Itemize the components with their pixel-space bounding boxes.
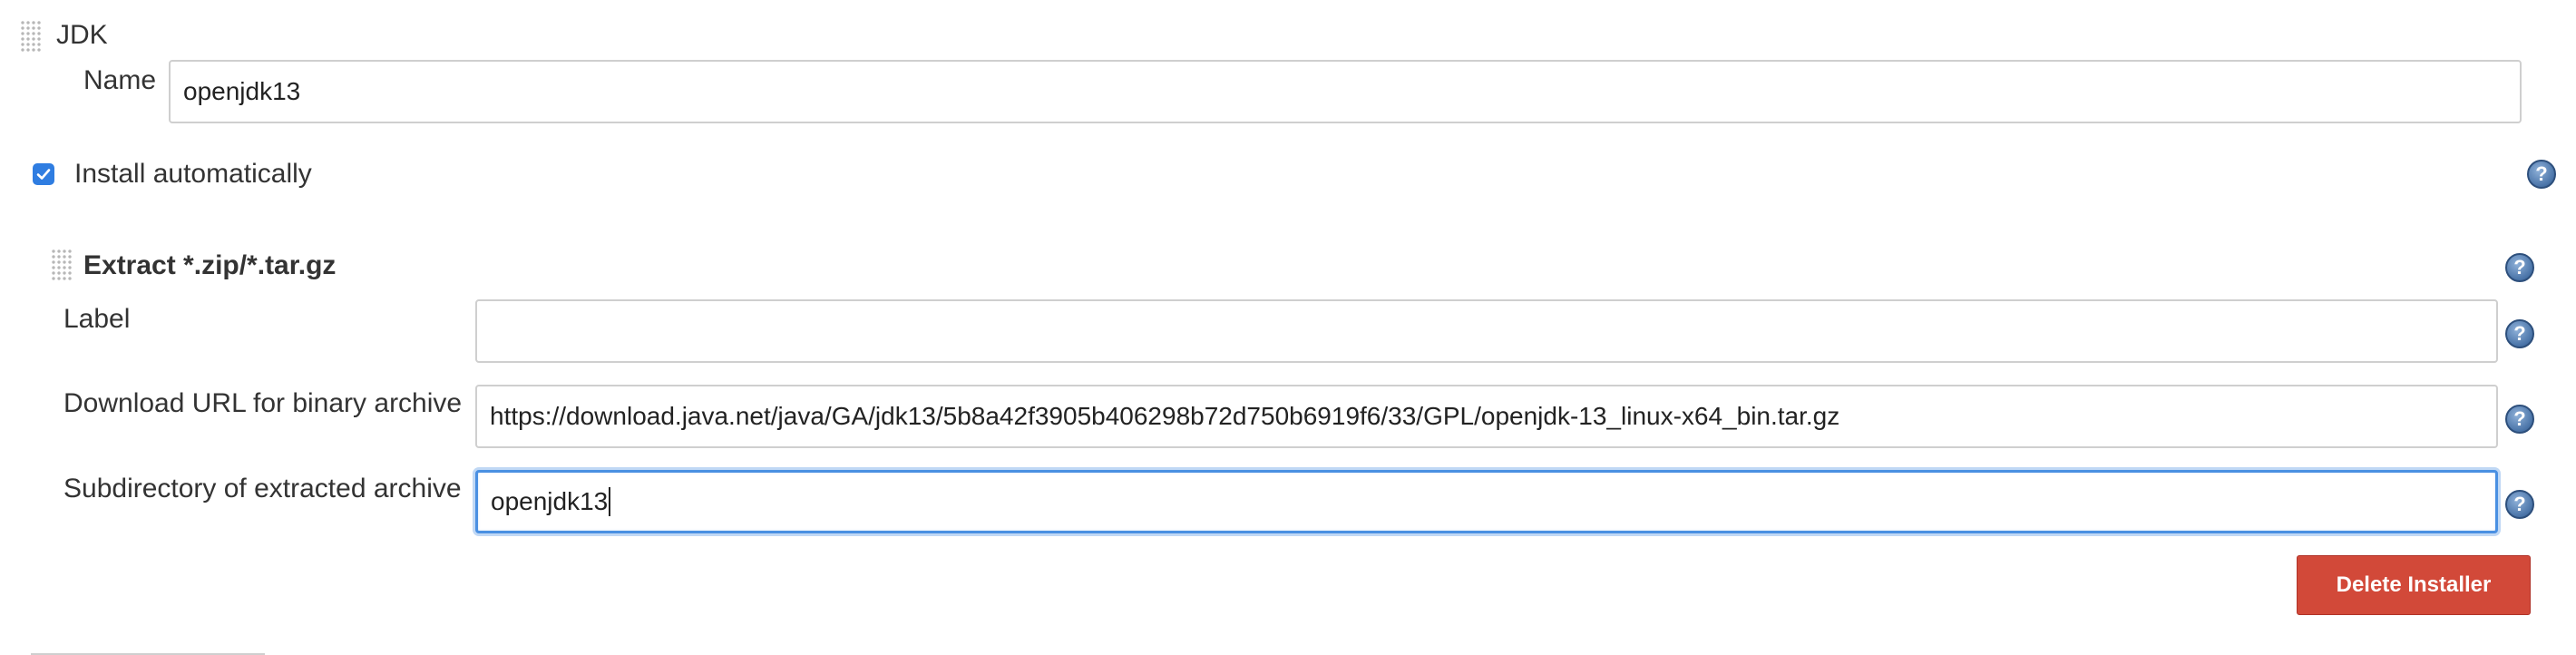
subdirectory-value: openjdk13 (491, 487, 609, 515)
installer-help-icon[interactable]: ? (2505, 253, 2534, 282)
name-label: Name (83, 65, 157, 95)
checkmark-icon (36, 169, 51, 180)
name-field[interactable]: openjdk13 (169, 60, 2522, 123)
installer-title: Extract *.zip/*.tar.gz (83, 250, 337, 280)
download-url-value: https://download.java.net/java/GA/jdk13/… (490, 402, 1840, 430)
label-help-icon[interactable]: ? (2505, 319, 2534, 348)
install-automatically-label: Install automatically (74, 159, 312, 189)
install-automatically-checkbox[interactable] (33, 163, 54, 185)
section-title: JDK (56, 20, 108, 50)
subdirectory-help-icon[interactable]: ? (2505, 490, 2534, 519)
subdirectory-field[interactable]: openjdk13 (475, 470, 2498, 533)
subdirectory-label: Subdirectory of extracted archive (63, 474, 462, 503)
installer-drag-handle-icon[interactable] (51, 249, 73, 281)
label-label: Label (63, 304, 131, 334)
drag-handle-icon[interactable] (20, 20, 42, 53)
download-url-help-icon[interactable]: ? (2505, 405, 2534, 434)
download-url-field[interactable]: https://download.java.net/java/GA/jdk13/… (475, 385, 2498, 448)
name-field-value: openjdk13 (183, 77, 301, 105)
text-caret (609, 487, 611, 516)
label-field[interactable] (475, 299, 2498, 363)
help-icon[interactable]: ? (2527, 160, 2556, 189)
delete-installer-button[interactable]: Delete Installer (2297, 555, 2531, 615)
download-url-label: Download URL for binary archive (63, 388, 463, 418)
